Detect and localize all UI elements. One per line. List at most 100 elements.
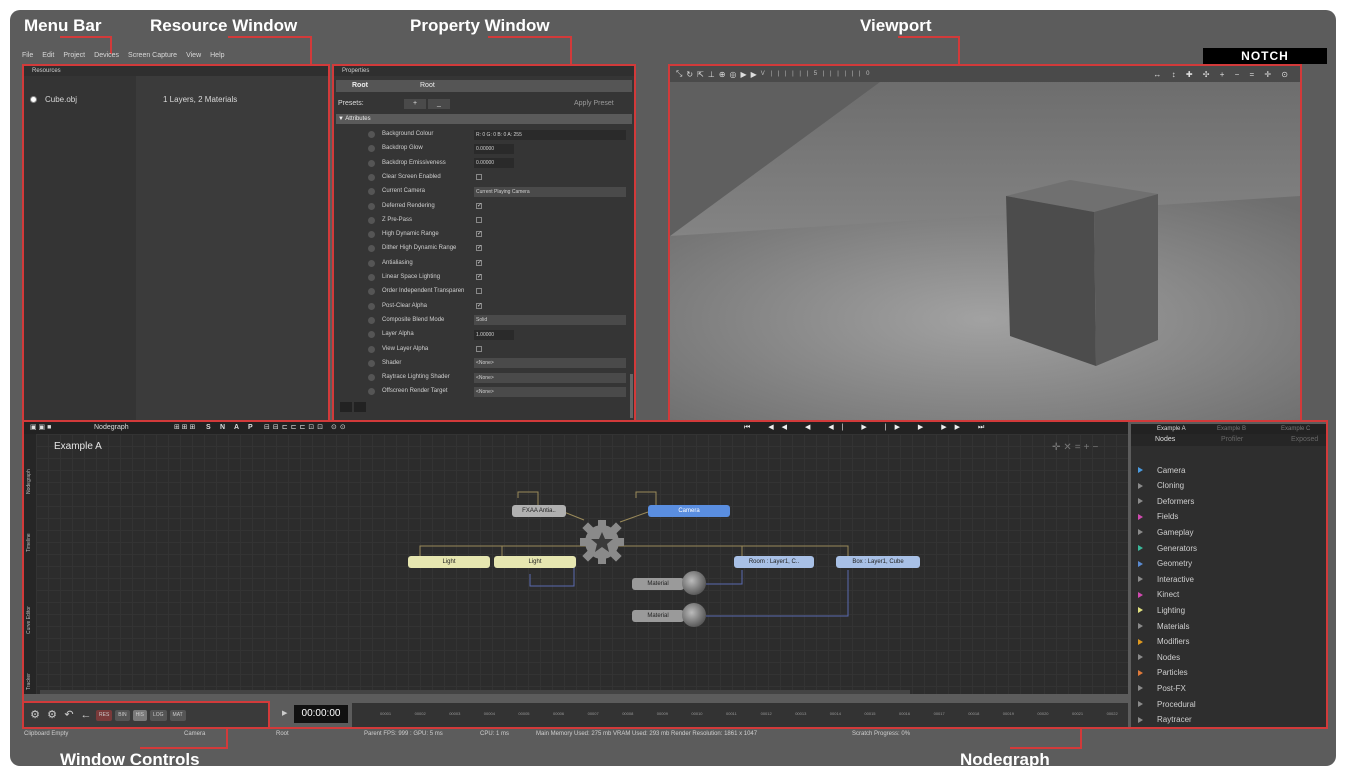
ng-tool-icons[interactable]: ⊟⊟⊏⊏⊏⊡⊡ ⊙⊙	[264, 422, 349, 434]
library-tab-a[interactable]: Example A	[1157, 424, 1186, 434]
library-category[interactable]: Gameplay	[1138, 525, 1193, 539]
property-select[interactable]: <None>	[474, 372, 626, 383]
light-node-2[interactable]: Light	[494, 556, 576, 568]
keyframe-dot-icon[interactable]	[368, 131, 375, 138]
property-checkbox[interactable]: ✓	[476, 302, 482, 309]
keyframe-dot-icon[interactable]	[368, 145, 375, 153]
library-category[interactable]: Fields	[1138, 510, 1178, 524]
his-button[interactable]: HIS	[132, 709, 147, 721]
side-tab-curve-editor[interactable]: Curve Editor	[26, 606, 32, 634]
material-node-1[interactable]: Material	[632, 578, 684, 590]
bin-button[interactable]: BIN	[115, 709, 130, 721]
subtab-nodes[interactable]: Nodes	[1155, 434, 1175, 446]
apply-preset-button[interactable]: Apply Preset	[574, 98, 614, 110]
property-select[interactable]: <None>	[474, 358, 626, 369]
menu-file[interactable]: File	[22, 52, 33, 64]
fxaa-node[interactable]: FXAA Antia..	[512, 505, 566, 517]
transport-controls[interactable]: ⏮ ◀◀ ◀ ◀| ▶ |▶ ▶ ▶▶ ⏭	[744, 422, 992, 434]
keyframe-dot-icon[interactable]	[368, 388, 375, 396]
keyframe-dot-icon[interactable]	[368, 188, 375, 196]
keyframe-dot-icon[interactable]	[368, 259, 375, 267]
keyframe-dot-icon[interactable]	[368, 316, 375, 324]
keyframe-dot-icon[interactable]	[368, 159, 375, 167]
menu-screen-capture[interactable]: Screen Capture	[128, 52, 177, 64]
box-node[interactable]: Box : Layer1, Cube	[836, 556, 920, 568]
property-checkbox[interactable]: ✓	[476, 274, 482, 280]
nodegraph-canvas[interactable]	[24, 434, 1128, 694]
snap-p-button[interactable]: P	[248, 422, 253, 434]
library-category[interactable]: Deformers	[1138, 494, 1194, 508]
add-preset-button[interactable]: +	[404, 99, 426, 109]
library-category[interactable]: Interactive	[1138, 572, 1194, 586]
gear-plus-icon[interactable]: ⚙	[45, 708, 59, 722]
property-checkbox[interactable]: ✓	[476, 202, 482, 209]
light-node-1[interactable]: Light	[408, 556, 490, 568]
camera-node[interactable]: Camera	[648, 505, 730, 517]
res-button[interactable]: RES	[96, 709, 113, 721]
timeline-ruler[interactable]: 00001 00002 00003 00004 00005 00006 00007 00008…	[352, 703, 1128, 727]
material-node-2[interactable]: Material	[632, 610, 684, 622]
menu-project[interactable]: Project	[63, 52, 85, 64]
keyframe-dot-icon[interactable]	[368, 216, 375, 224]
subtab-exposed[interactable]: Exposed	[1291, 434, 1318, 446]
attributes-header[interactable]: ▼ Attributes	[336, 114, 632, 124]
keyframe-dot-icon[interactable]	[368, 245, 375, 253]
property-checkbox[interactable]: ✓	[476, 231, 482, 238]
keyframe-dot-icon[interactable]	[368, 359, 375, 367]
keyframe-dot-icon[interactable]	[368, 331, 375, 339]
library-tab-b[interactable]: Example B	[1217, 424, 1246, 434]
keyframe-dot-icon[interactable]	[368, 288, 375, 296]
snap-a-button[interactable]: A	[234, 422, 239, 434]
library-category[interactable]: Raytracer	[1138, 713, 1192, 727]
property-checkbox[interactable]	[476, 173, 482, 180]
back-arrow-icon[interactable]: ←	[79, 708, 93, 722]
ng-zoom-controls[interactable]: ✛✕=+−	[1052, 442, 1101, 453]
resource-item[interactable]: Cube.obj	[30, 95, 77, 104]
library-category[interactable]: Post-FX	[1138, 681, 1186, 695]
library-category[interactable]: Cloning	[1138, 479, 1184, 493]
library-category[interactable]: Camera	[1138, 463, 1185, 477]
side-tab-timeline[interactable]: Timeline	[26, 533, 32, 552]
side-tab-tracker[interactable]: Tracker	[26, 673, 32, 690]
timecode-display[interactable]: 00:00:00	[294, 705, 348, 723]
keyframe-dot-icon[interactable]	[368, 274, 375, 281]
viewport[interactable]: ⤡ ↻ ⇱ ⊥ ⊕ ◎ ▶ ▶ V | | | | | | 5 | | | | …	[670, 66, 1300, 420]
property-select[interactable]: <None>	[474, 386, 626, 397]
timeline-play-icon[interactable]: ▶	[282, 709, 287, 717]
library-category[interactable]: Procedural	[1138, 697, 1196, 711]
library-category[interactable]: Generators	[1138, 541, 1197, 555]
room-node[interactable]: Room : Layer1, C..	[734, 556, 814, 568]
property-checkbox[interactable]	[476, 288, 482, 295]
ng-view-icons[interactable]: ▣ ▣ ■	[30, 422, 51, 434]
snap-n-button[interactable]: N	[220, 422, 225, 434]
snap-s-button[interactable]: S	[206, 422, 211, 434]
menu-devices[interactable]: Devices	[94, 52, 119, 64]
settings-gear-icon[interactable]: ⚙	[28, 708, 42, 722]
library-category[interactable]: Lighting	[1138, 603, 1185, 617]
property-checkbox[interactable]	[476, 216, 482, 223]
root-gear-icon[interactable]	[580, 520, 624, 564]
undo-icon[interactable]: ↶	[62, 708, 76, 722]
properties-scrollbar[interactable]	[630, 374, 633, 418]
library-category[interactable]: Particles	[1138, 666, 1188, 680]
panel-dock-icon[interactable]	[340, 402, 352, 412]
library-category[interactable]: Modifiers	[1138, 635, 1189, 649]
root-header[interactable]: Root Root	[336, 80, 632, 92]
library-category[interactable]: Materials	[1138, 619, 1189, 633]
property-number-field[interactable]: 1.00000	[474, 329, 514, 340]
property-select[interactable]: Current Playing Camera	[474, 186, 626, 197]
keyframe-dot-icon[interactable]	[368, 302, 375, 310]
property-select[interactable]: Solid	[474, 315, 626, 326]
nodegraph-hscrollbar[interactable]	[40, 690, 910, 694]
keyframe-dot-icon[interactable]	[368, 202, 375, 210]
log-button[interactable]: LOG	[149, 709, 167, 721]
property-checkbox[interactable]	[476, 345, 482, 352]
subtab-profiler[interactable]: Profiler	[1221, 434, 1243, 446]
side-tab-nodegraph[interactable]: Nodegraph	[26, 469, 32, 494]
library-category[interactable]: Nodes	[1138, 650, 1180, 664]
library-category[interactable]: Kinect	[1138, 588, 1179, 602]
ng-layout-icons[interactable]: ⊞ ⊞ ⊞	[174, 422, 196, 434]
menu-help[interactable]: Help	[210, 52, 224, 64]
keyframe-dot-icon[interactable]	[368, 173, 375, 181]
property-checkbox[interactable]: ✓	[476, 259, 482, 266]
